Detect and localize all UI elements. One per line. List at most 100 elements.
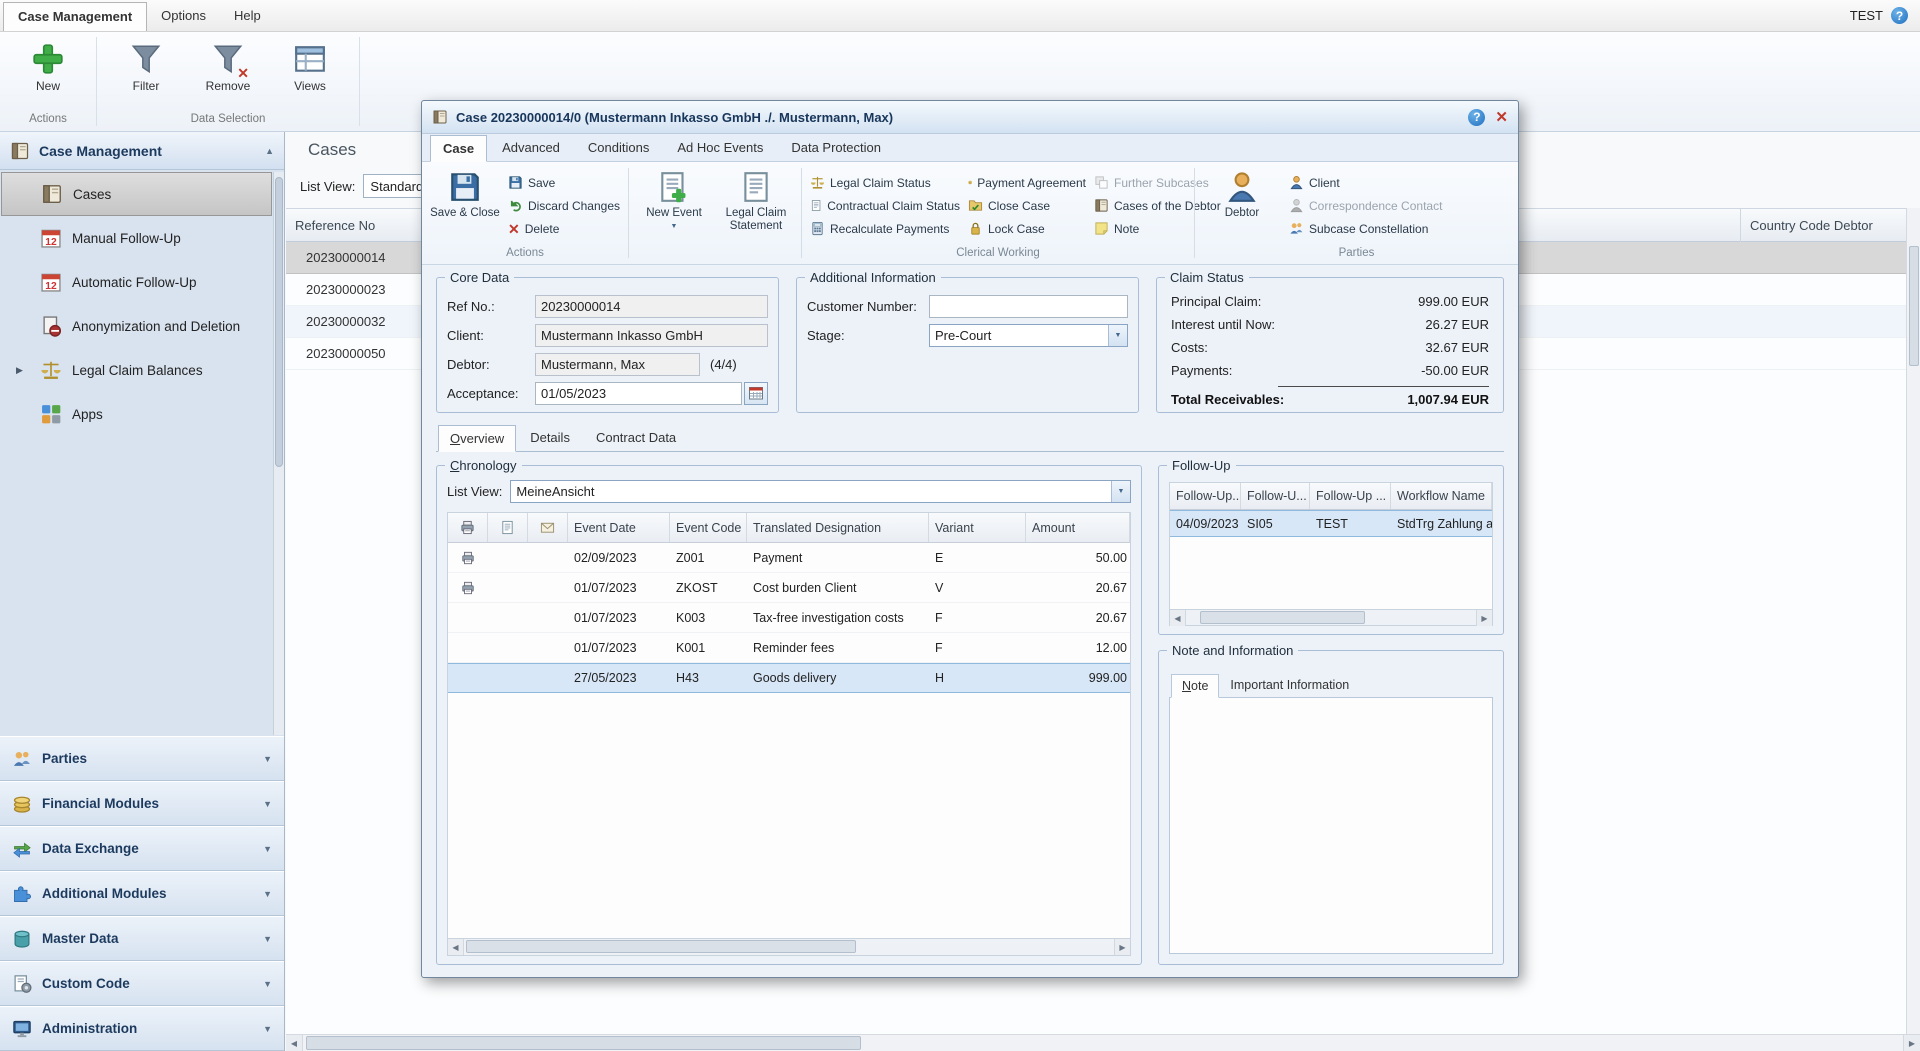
sidebar-section-data-exchange[interactable]: Data Exchange ▼ [0, 826, 284, 871]
save-button[interactable]: Save [508, 173, 620, 192]
payment-agreement-button[interactable]: Payment Agreement [968, 173, 1086, 192]
dialog-title-bar[interactable]: Case 20230000014/0 (Mustermann Inkasso G… [422, 101, 1518, 134]
sidebar-item-legal-claim-balances[interactable]: ▶ Legal Claim Balances [0, 348, 273, 392]
close-case-button[interactable]: Close Case [968, 196, 1086, 215]
new-event-button[interactable]: New Event ▼ [637, 168, 711, 231]
note-text-area[interactable] [1169, 697, 1493, 954]
column-amount[interactable]: Amount [1026, 513, 1130, 542]
tab-advanced[interactable]: Advanced [489, 134, 573, 161]
menu-tab-help[interactable]: Help [220, 0, 275, 31]
views-button[interactable]: Views [274, 39, 346, 97]
close-icon[interactable]: ✕ [1495, 110, 1508, 125]
column-document[interactable] [488, 513, 528, 542]
column-mail[interactable] [528, 513, 568, 542]
sidebar-item-cases[interactable]: Cases [1, 172, 272, 216]
chronology-list-view-select[interactable]: MeineAnsicht ▼ [510, 480, 1131, 503]
debtor-button[interactable]: Debtor [1203, 168, 1281, 220]
sidebar-section-additional-modules[interactable]: Additional Modules ▼ [0, 871, 284, 916]
column-translated-designation[interactable]: Translated Designation [747, 513, 929, 542]
sidebar-section-financial-modules[interactable]: Financial Modules ▼ [0, 781, 284, 826]
sidebar-scrollbar[interactable] [273, 172, 284, 735]
correspondence-contact-button[interactable]: Correspondence Contact [1289, 196, 1442, 215]
chronology-row[interactable]: 01/07/2023 ZKOST Cost burden Client V 20… [448, 573, 1130, 603]
filter-button[interactable]: Filter [110, 39, 182, 97]
tab-note[interactable]: Note [1171, 674, 1219, 698]
follow-up-horizontal-scrollbar[interactable]: ◀ ▶ [1169, 610, 1493, 626]
cases-horizontal-scrollbar-thumb[interactable] [306, 1036, 861, 1050]
contractual-claim-status-button[interactable]: Contractual Claim Status [810, 196, 960, 215]
save-and-close-button[interactable]: Save & Close [430, 168, 500, 220]
chevron-down-icon[interactable]: ▼ [1108, 325, 1127, 346]
menu-tab-options[interactable]: Options [147, 0, 220, 31]
remove-button[interactable]: ✕ Remove [192, 39, 264, 97]
chevron-down-icon[interactable]: ▼ [671, 223, 678, 231]
menu-tab-case-management[interactable]: Case Management [3, 2, 147, 31]
column-event-code[interactable]: Event Code [670, 513, 747, 542]
tab-case[interactable]: Case [430, 135, 487, 162]
column-follow-up-2[interactable]: Follow-U... [1241, 483, 1310, 509]
subcase-constellation-button[interactable]: Subcase Constellation [1289, 219, 1442, 238]
scroll-left-icon[interactable]: ◀ [448, 939, 464, 955]
scroll-left-icon[interactable]: ◀ [1170, 610, 1186, 626]
chevron-up-icon[interactable]: ▲ [265, 146, 274, 156]
cases-vertical-scrollbar-thumb[interactable] [1909, 246, 1919, 366]
column-country-code-debtor[interactable]: Country Code Debtor [1741, 209, 1920, 242]
chronology-row[interactable]: 01/07/2023 K001 Reminder fees F 12.00 [448, 633, 1130, 663]
chronology-horizontal-scrollbar[interactable]: ◀ ▶ [447, 939, 1131, 956]
follow-up-scrollbar-thumb[interactable] [1200, 611, 1365, 624]
date-picker-button[interactable] [744, 382, 768, 405]
dialog-help-icon[interactable]: ? [1468, 109, 1485, 126]
expander-icon[interactable]: ▶ [16, 365, 23, 376]
sidebar-section-administration[interactable]: Administration ▼ [0, 1006, 284, 1051]
subtab-overview[interactable]: Overview [438, 425, 516, 452]
sidebar-header-case-management[interactable]: Case Management ▲ [0, 132, 284, 170]
ref-no-field[interactable] [535, 295, 768, 318]
cases-vertical-scrollbar[interactable] [1906, 208, 1920, 1034]
sidebar-item-manual-follow-up[interactable]: Manual Follow-Up [0, 216, 273, 260]
tab-ad-hoc-events[interactable]: Ad Hoc Events [664, 134, 776, 161]
sidebar-section-custom-code[interactable]: Custom Code ▼ [0, 961, 284, 1006]
new-button[interactable]: New [12, 39, 84, 97]
column-follow-up-3[interactable]: Follow-Up ... [1310, 483, 1391, 509]
scroll-right-icon[interactable]: ▶ [1476, 610, 1492, 626]
column-variant[interactable]: Variant [929, 513, 1026, 542]
follow-up-row[interactable]: 04/09/2023 SI05 TEST StdTrg Zahlung all [1170, 510, 1492, 537]
sidebar-scrollbar-thumb[interactable] [275, 177, 283, 467]
tab-important-information[interactable]: Important Information [1219, 673, 1360, 697]
chronology-row[interactable]: 01/07/2023 K003 Tax-free investigation c… [448, 603, 1130, 633]
scroll-left-icon[interactable]: ◀ [286, 1035, 303, 1051]
column-workflow-name[interactable]: Workflow Name [1391, 483, 1492, 509]
discard-changes-button[interactable]: Discard Changes [508, 196, 620, 215]
recalculate-payments-button[interactable]: Recalculate Payments [810, 219, 960, 238]
subtab-contract-data[interactable]: Contract Data [584, 424, 688, 451]
acceptance-field[interactable] [535, 382, 742, 405]
chronology-row-selected[interactable]: 27/05/2023 H43 Goods delivery H 999.00 [448, 663, 1130, 693]
chronology-scrollbar-thumb[interactable] [466, 940, 856, 953]
sidebar-section-parties[interactable]: Parties ▼ [0, 736, 284, 781]
help-icon[interactable]: ? [1891, 7, 1908, 24]
stage-select[interactable]: Pre-Court ▼ [929, 324, 1128, 347]
sidebar-section-master-data[interactable]: Master Data ▼ [0, 916, 284, 961]
delete-button[interactable]: ✕ Delete [508, 219, 620, 238]
lock-case-button[interactable]: Lock Case [968, 219, 1086, 238]
chevron-down-icon[interactable]: ▼ [1111, 481, 1130, 502]
sidebar-item-anonymization-and-deletion[interactable]: Anonymization and Deletion [0, 304, 273, 348]
debtor-field[interactable] [535, 353, 700, 376]
column-follow-up-1[interactable]: Follow-Up... [1170, 483, 1241, 509]
sidebar-item-apps[interactable]: Apps [0, 392, 273, 436]
cases-horizontal-scrollbar[interactable]: ◀ ▶ [286, 1034, 1920, 1051]
tab-data-protection[interactable]: Data Protection [778, 134, 894, 161]
sidebar-item-automatic-follow-up[interactable]: Automatic Follow-Up [0, 260, 273, 304]
subtab-details[interactable]: Details [518, 424, 582, 451]
customer-number-field[interactable] [929, 295, 1128, 318]
chronology-row[interactable]: 02/09/2023 Z001 Payment E 50.00 [448, 543, 1130, 573]
scroll-right-icon[interactable]: ▶ [1903, 1035, 1920, 1051]
tab-conditions[interactable]: Conditions [575, 134, 662, 161]
legal-claim-statement-button[interactable]: Legal Claim Statement [719, 168, 793, 233]
client-field[interactable] [535, 324, 768, 347]
client-button[interactable]: Client [1289, 173, 1442, 192]
column-printed[interactable] [448, 513, 488, 542]
legal-claim-status-button[interactable]: Legal Claim Status [810, 173, 960, 192]
column-event-date[interactable]: Event Date [568, 513, 670, 542]
scroll-right-icon[interactable]: ▶ [1114, 939, 1130, 955]
